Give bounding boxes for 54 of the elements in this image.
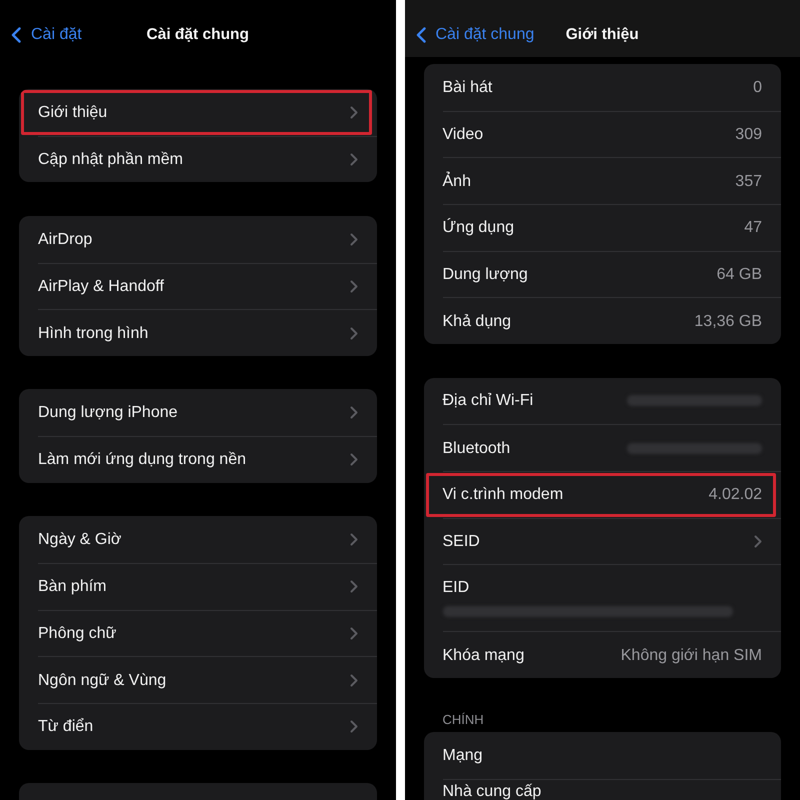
row-value: 47 [744, 218, 762, 238]
chevron-icon [350, 406, 358, 420]
settings-row[interactable]: Ngôn ngữ & Vùng [38, 657, 376, 704]
section-header: CHÍNH [442, 712, 485, 728]
settings-row[interactable]: AirPlay & Handoff [38, 264, 376, 310]
row-label: Video [442, 125, 484, 144]
chevron-icon [350, 533, 358, 546]
row-label: Bluetooth [442, 438, 510, 458]
chevron-icon [350, 280, 358, 293]
row-label: Địa chỉ Wi-Fi [442, 391, 534, 410]
settings-row[interactable]: Hình trong hình [38, 310, 376, 356]
row-label: Bài hát [442, 78, 492, 97]
row-label: Ứng dụng [442, 218, 514, 238]
chevron-icon [350, 153, 358, 166]
settings-row[interactable]: Bàn phím [38, 564, 376, 610]
row-value: 4.02.02 [708, 485, 762, 504]
chevron-icon [350, 674, 358, 687]
back-button[interactable]: Cài đặt [11, 26, 82, 44]
chevron-icon [350, 720, 358, 734]
settings-row[interactable]: Từ điển [38, 704, 376, 750]
chevron-icon [350, 326, 358, 340]
settings-row[interactable]: SEID [442, 518, 781, 564]
chevron-icon [350, 232, 358, 246]
row-label: Nhà cung cấp [442, 784, 542, 800]
settings-row[interactable]: Ngày & Giờ [38, 516, 376, 563]
row-label: Mạng [442, 746, 483, 765]
chevron-icon [754, 535, 762, 548]
chevron-icon [350, 453, 358, 466]
settings-row[interactable]: Dung lượng iPhone [38, 389, 376, 436]
row-label: EID [442, 578, 470, 598]
row-value: 64 GB [716, 265, 762, 284]
row-value: 0 [753, 78, 762, 97]
row-value: 309 [735, 125, 762, 144]
settings-row[interactable]: Giới thiệu [38, 89, 376, 136]
settings-row[interactable]: Phông chữ [38, 610, 376, 656]
chevron-icon [350, 580, 358, 594]
nav-title: Giới thiệu [566, 26, 639, 44]
row-label: Khóa mạng [442, 646, 524, 665]
row-value: 13,36 GB [694, 312, 762, 331]
chevron-icon [350, 106, 358, 119]
nav-title: Cài đặt chung [146, 26, 249, 44]
settings-row[interactable]: Làm mới ứng dụng trong nền [38, 437, 376, 483]
row-label: Dung lượng [442, 265, 528, 284]
back-chevron-icon [416, 27, 426, 43]
back-chevron-icon [11, 27, 21, 43]
row-label: Ảnh [442, 172, 471, 191]
row-label: Khả dụng [442, 312, 512, 331]
row-value: Không giới hạn SIM [620, 646, 762, 665]
back-button[interactable]: Cài đặt chung [416, 26, 534, 44]
settings-row[interactable]: Cập nhật phần mềm [38, 136, 376, 182]
row-value: 357 [735, 172, 762, 191]
settings-row[interactable]: AirDrop [38, 216, 376, 263]
row-label: Vi c.trình modem [442, 485, 564, 504]
chevron-icon [350, 627, 358, 640]
